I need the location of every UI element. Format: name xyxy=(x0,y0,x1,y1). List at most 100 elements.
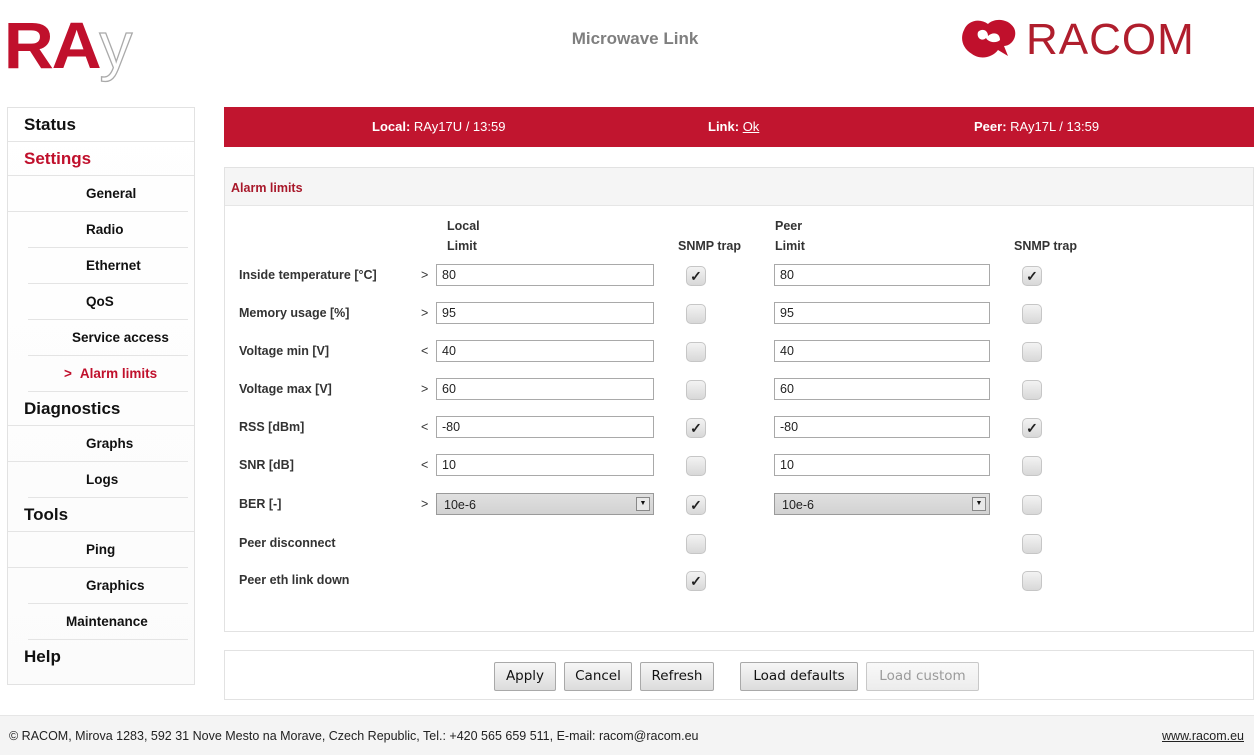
peer-status-value: RAy17L / 13:59 xyxy=(1010,119,1100,134)
alarm-row-memory-usage: Memory usage [%] > 95 95 xyxy=(225,302,1254,326)
local-limit-input[interactable]: 95 xyxy=(436,302,654,324)
local-snmp-trap-checkbox[interactable]: ✓ xyxy=(686,571,706,591)
peer-limit-input[interactable]: 40 xyxy=(774,340,990,362)
peer-snmp-trap-checkbox[interactable] xyxy=(1022,304,1042,324)
row-label: SNR [dB] xyxy=(239,458,294,472)
peer-limit-input[interactable]: 80 xyxy=(774,264,990,286)
nav-diagnostics[interactable]: Diagnostics xyxy=(8,392,194,426)
local-limit-input[interactable]: 80 xyxy=(436,264,654,286)
nav-item-alarm-limits[interactable]: > Alarm limits xyxy=(28,356,188,392)
local-ber-select[interactable]: 10e-6 ▼ xyxy=(436,493,654,515)
peer-limit-input[interactable]: -80 xyxy=(774,416,990,438)
row-operator: > xyxy=(421,268,429,282)
peer-ber-select[interactable]: 10e-6 ▼ xyxy=(774,493,990,515)
local-snmp-trap-checkbox[interactable]: ✓ xyxy=(686,495,706,515)
nav-item-graphs[interactable]: Graphs xyxy=(8,426,188,462)
local-status-label: Local: xyxy=(372,119,411,134)
local-snmp-trap-checkbox[interactable] xyxy=(686,534,706,554)
peer-snmp-trap-checkbox[interactable] xyxy=(1022,456,1042,476)
local-status: Local: RAy17U / 13:59 xyxy=(372,119,505,134)
active-arrow-icon: > xyxy=(64,366,72,381)
local-limit-input[interactable]: 60 xyxy=(436,378,654,400)
nav-settings[interactable]: Settings xyxy=(8,142,194,176)
footer: © RACOM, Mirova 1283, 592 31 Nove Mesto … xyxy=(0,715,1254,755)
row-operator: < xyxy=(421,458,429,472)
load-defaults-button[interactable]: Load defaults xyxy=(740,662,858,691)
peer-limit-input[interactable]: 10 xyxy=(774,454,990,476)
alarm-row-voltage-min: Voltage min [V] < 40 40 xyxy=(225,340,1254,364)
peer-snmp-trap-checkbox[interactable]: ✓ xyxy=(1022,266,1042,286)
row-operator: > xyxy=(421,382,429,396)
row-label: Memory usage [%] xyxy=(239,306,350,320)
nav-item-ping[interactable]: Ping xyxy=(8,532,188,568)
nav-tools[interactable]: Tools xyxy=(8,498,194,532)
nav-item-general[interactable]: General xyxy=(8,176,188,212)
header-local-limit: Limit xyxy=(447,239,477,253)
local-limit-input[interactable]: 10 xyxy=(436,454,654,476)
peer-limit-input[interactable]: 60 xyxy=(774,378,990,400)
alarm-row-inside-temperature: Inside temperature [°C] > 80 ✓ 80 ✓ xyxy=(225,264,1254,288)
local-limit-input[interactable]: -80 xyxy=(436,416,654,438)
chevron-down-icon[interactable]: ▼ xyxy=(636,497,650,511)
local-snmp-trap-checkbox[interactable] xyxy=(686,456,706,476)
peer-snmp-trap-checkbox[interactable] xyxy=(1022,380,1042,400)
row-label: Peer disconnect xyxy=(239,536,336,550)
load-custom-button[interactable]: Load custom xyxy=(866,662,979,691)
nav-item-qos[interactable]: QoS xyxy=(28,284,188,320)
peer-snmp-trap-checkbox[interactable] xyxy=(1022,534,1042,554)
row-label: Voltage max [V] xyxy=(239,382,332,396)
nav-item-radio[interactable]: Radio xyxy=(28,212,188,248)
footer-website-link[interactable]: www.racom.eu xyxy=(1162,729,1244,743)
row-label: Inside temperature [°C] xyxy=(239,268,377,282)
button-bar: Apply Cancel Refresh Load defaults Load … xyxy=(224,650,1254,700)
header-peer-snmp-trap: SNMP trap xyxy=(1014,239,1077,253)
header-local: Local xyxy=(447,219,480,233)
local-snmp-trap-checkbox[interactable]: ✓ xyxy=(686,266,706,286)
row-label: Peer eth link down xyxy=(239,573,350,587)
local-ber-value: 10e-6 xyxy=(444,498,476,512)
nav-item-ethernet[interactable]: Ethernet xyxy=(28,248,188,284)
local-snmp-trap-checkbox[interactable] xyxy=(686,342,706,362)
link-status-value[interactable]: Ok xyxy=(743,119,760,134)
nav-item-maintenance[interactable]: Maintenance xyxy=(28,604,188,640)
racom-bird-icon xyxy=(962,19,1016,58)
chevron-down-icon[interactable]: ▼ xyxy=(972,497,986,511)
local-snmp-trap-checkbox[interactable] xyxy=(686,304,706,324)
page-title: Microwave Link xyxy=(571,29,699,48)
nav-item-service-access[interactable]: Service access xyxy=(28,320,188,356)
peer-snmp-trap-checkbox[interactable] xyxy=(1022,571,1042,591)
row-label: BER [-] xyxy=(239,497,282,511)
local-limit-input[interactable]: 40 xyxy=(436,340,654,362)
local-status-value: RAy17U / 13:59 xyxy=(413,119,506,134)
refresh-button[interactable]: Refresh xyxy=(640,662,714,691)
nav-item-graphics[interactable]: Graphics xyxy=(28,568,188,604)
row-label: RSS [dBm] xyxy=(239,420,305,434)
nav-status[interactable]: Status xyxy=(8,108,194,142)
peer-snmp-trap-checkbox[interactable] xyxy=(1022,342,1042,362)
local-snmp-trap-checkbox[interactable] xyxy=(686,380,706,400)
ray-logo-y: y xyxy=(99,8,133,82)
alarm-row-snr: SNR [dB] < 10 10 xyxy=(225,454,1254,478)
sidebar: Status Settings General Radio Ethernet Q… xyxy=(7,107,195,685)
nav-item-alarm-limits-label: Alarm limits xyxy=(79,366,158,381)
panel-title: Alarm limits xyxy=(225,168,1253,206)
header-peer-limit: Limit xyxy=(775,239,805,253)
peer-snmp-trap-checkbox[interactable] xyxy=(1022,495,1042,515)
peer-snmp-trap-checkbox[interactable]: ✓ xyxy=(1022,418,1042,438)
peer-limit-input[interactable]: 95 xyxy=(774,302,990,324)
local-snmp-trap-checkbox[interactable]: ✓ xyxy=(686,418,706,438)
cancel-button[interactable]: Cancel xyxy=(564,662,632,691)
apply-button[interactable]: Apply xyxy=(494,662,556,691)
row-label: Voltage min [V] xyxy=(239,344,330,358)
ray-logo-ra: RA xyxy=(3,8,102,82)
alarm-row-rss: RSS [dBm] < -80 ✓ -80 ✓ xyxy=(225,416,1254,440)
row-operator: > xyxy=(421,306,429,320)
row-operator: > xyxy=(421,497,429,511)
peer-status-label: Peer: xyxy=(974,119,1007,134)
nav-item-logs[interactable]: Logs xyxy=(28,462,188,498)
link-status-label: Link: xyxy=(708,119,740,134)
header-peer: Peer xyxy=(775,219,803,233)
header: RA y Microwave Link RACOM xyxy=(0,0,1254,80)
link-status: Link: Ok xyxy=(708,119,759,134)
nav-help[interactable]: Help xyxy=(8,640,194,674)
